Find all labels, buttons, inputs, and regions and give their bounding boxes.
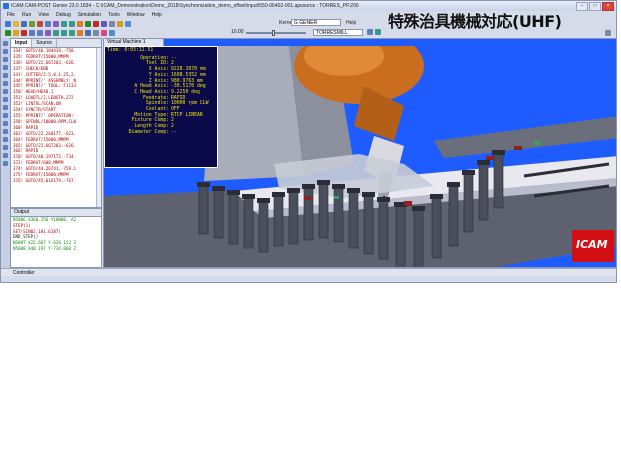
registers-icon[interactable]: [3, 113, 8, 118]
menu-run[interactable]: Run: [22, 11, 31, 19]
view-front-icon[interactable]: [53, 29, 59, 36]
collision-icon[interactable]: [93, 29, 99, 36]
menu-simulation[interactable]: Simulation: [78, 11, 101, 19]
variables-icon[interactable]: [3, 57, 8, 62]
output-line: N5008 X40.197 Y-734.088 Z: [13, 245, 77, 251]
menu-help[interactable]: Help: [152, 11, 162, 19]
path-icon[interactable]: [109, 29, 115, 36]
menu-window[interactable]: Window: [127, 11, 145, 19]
machine-status-readout: Time: 0:03:12.51 Operation: -- Tool ID: 2 X …: [104, 46, 218, 168]
output-log[interactable]: N5006 X360.256 Y10000. A2 STEP(1) SET(SIN0…: [11, 217, 101, 252]
pause-icon[interactable]: [13, 29, 19, 36]
close-button[interactable]: ×: [602, 2, 614, 11]
machine-config-icon[interactable]: [367, 29, 373, 35]
maximize-button[interactable]: □: [589, 2, 601, 11]
main-toolbar: [1, 19, 285, 28]
time-label: Time:: [107, 48, 122, 53]
new-file-icon[interactable]: [5, 20, 11, 27]
history-icon[interactable]: [3, 129, 8, 134]
search-icon[interactable]: [3, 137, 8, 142]
forward-icon[interactable]: [37, 29, 43, 36]
machine-select[interactable]: TORRESMILL: [313, 29, 363, 36]
print-icon[interactable]: [29, 20, 35, 27]
undo-icon[interactable]: [61, 20, 67, 27]
material-icon[interactable]: [101, 29, 107, 36]
readout-value: --: [171, 129, 177, 135]
files-icon[interactable]: [3, 49, 8, 54]
input-panel: Input Source 334! GOTO/46.104419,-758. 33…: [10, 38, 102, 208]
breakpoints-icon[interactable]: [3, 81, 8, 86]
camera-icon[interactable]: [77, 29, 83, 36]
speed-slider-thumb[interactable]: [272, 30, 275, 36]
copy-icon[interactable]: [45, 20, 51, 27]
save-icon[interactable]: [21, 20, 27, 27]
zoom-icon[interactable]: [125, 20, 131, 27]
watch-icon[interactable]: [3, 65, 8, 70]
controller-panel-bar[interactable]: Controller: [1, 268, 616, 276]
icam-logo: ICAM: [572, 230, 614, 262]
time-row: Time: 0:03:12.51: [107, 48, 215, 54]
stack-icon[interactable]: [3, 73, 8, 78]
settings-icon[interactable]: [109, 20, 115, 27]
play-icon[interactable]: [5, 29, 11, 36]
readout-label: Diameter Comp:: [128, 129, 169, 135]
app-icon: [3, 3, 9, 9]
overlay-banner-text: 特殊治具機械対応(UHF): [388, 12, 562, 31]
window-title: ICAM CAM-POST Genier 23.0 1834 - C:\ICAM…: [11, 3, 359, 9]
application-window: ICAM CAM-POST Genier 23.0 1834 - C:\ICAM…: [0, 0, 617, 283]
menu-debug[interactable]: Debug: [56, 11, 71, 19]
open-folder-icon[interactable]: [13, 20, 19, 27]
icam-logo-text: ICAM: [576, 238, 608, 251]
cut-icon[interactable]: [37, 20, 43, 27]
bookmarks-icon[interactable]: [3, 145, 8, 150]
time-value: 0:03:12.51: [124, 48, 154, 53]
tool-library-icon[interactable]: [375, 29, 381, 35]
stop-sim-icon[interactable]: [21, 29, 27, 36]
machine-icon[interactable]: [85, 29, 91, 36]
tab-source[interactable]: Source: [32, 39, 58, 47]
minimize-button[interactable]: –: [576, 2, 588, 11]
help-label: Help: [346, 20, 357, 26]
readout-row: Diameter Comp: --: [107, 130, 215, 136]
input-scrollbar[interactable]: [96, 48, 101, 207]
menu-file[interactable]: File: [7, 11, 15, 19]
speed-slider[interactable]: [246, 30, 306, 36]
stop-icon[interactable]: [93, 20, 99, 27]
bookmark-icon[interactable]: [117, 20, 123, 27]
output-panel: Output N5006 X360.256 Y10000. A2 STEP(1) S…: [10, 208, 102, 268]
output-title: Output: [11, 209, 101, 217]
run-icon[interactable]: [85, 20, 91, 27]
breakpoint-icon[interactable]: [45, 29, 51, 36]
commands-icon[interactable]: [3, 121, 8, 126]
events-icon[interactable]: [3, 97, 8, 102]
rewind-icon[interactable]: [29, 29, 35, 36]
input-tabs: Input Source: [11, 39, 101, 48]
tab-input[interactable]: Input: [11, 39, 33, 47]
functions-icon[interactable]: [3, 105, 8, 110]
find-icon[interactable]: [77, 20, 83, 27]
menu-tools[interactable]: Tools: [108, 11, 120, 19]
view-top-icon[interactable]: [61, 29, 67, 36]
redo-icon[interactable]: [69, 20, 75, 27]
macros-icon[interactable]: [3, 89, 8, 94]
options-icon[interactable]: [3, 153, 8, 158]
window-controls: – □ ×: [576, 2, 614, 11]
project-icon[interactable]: [3, 41, 8, 46]
paste-icon[interactable]: [53, 20, 59, 27]
view-iso-icon[interactable]: [69, 29, 75, 36]
source-code-view[interactable]: 334! GOTO/46.104419,-758. 335! FEDRAT/150…: [11, 48, 101, 184]
virtual-machine-view[interactable]: Virtual Machine 1 Time: 0:03:12.51 Opera…: [103, 38, 616, 268]
kernel-select[interactable]: G GENER: [291, 19, 341, 26]
step-icon[interactable]: [101, 20, 107, 27]
tab-virtual-machine[interactable]: Virtual Machine 1: [104, 39, 164, 46]
code-line[interactable]: 376! GOTO/45.616179,-767.: [13, 178, 101, 184]
speed-value: 10.00: [231, 29, 244, 35]
help-icon[interactable]: [3, 161, 8, 166]
panel-options-icon[interactable]: [605, 30, 611, 36]
menu-view[interactable]: View: [38, 11, 49, 19]
